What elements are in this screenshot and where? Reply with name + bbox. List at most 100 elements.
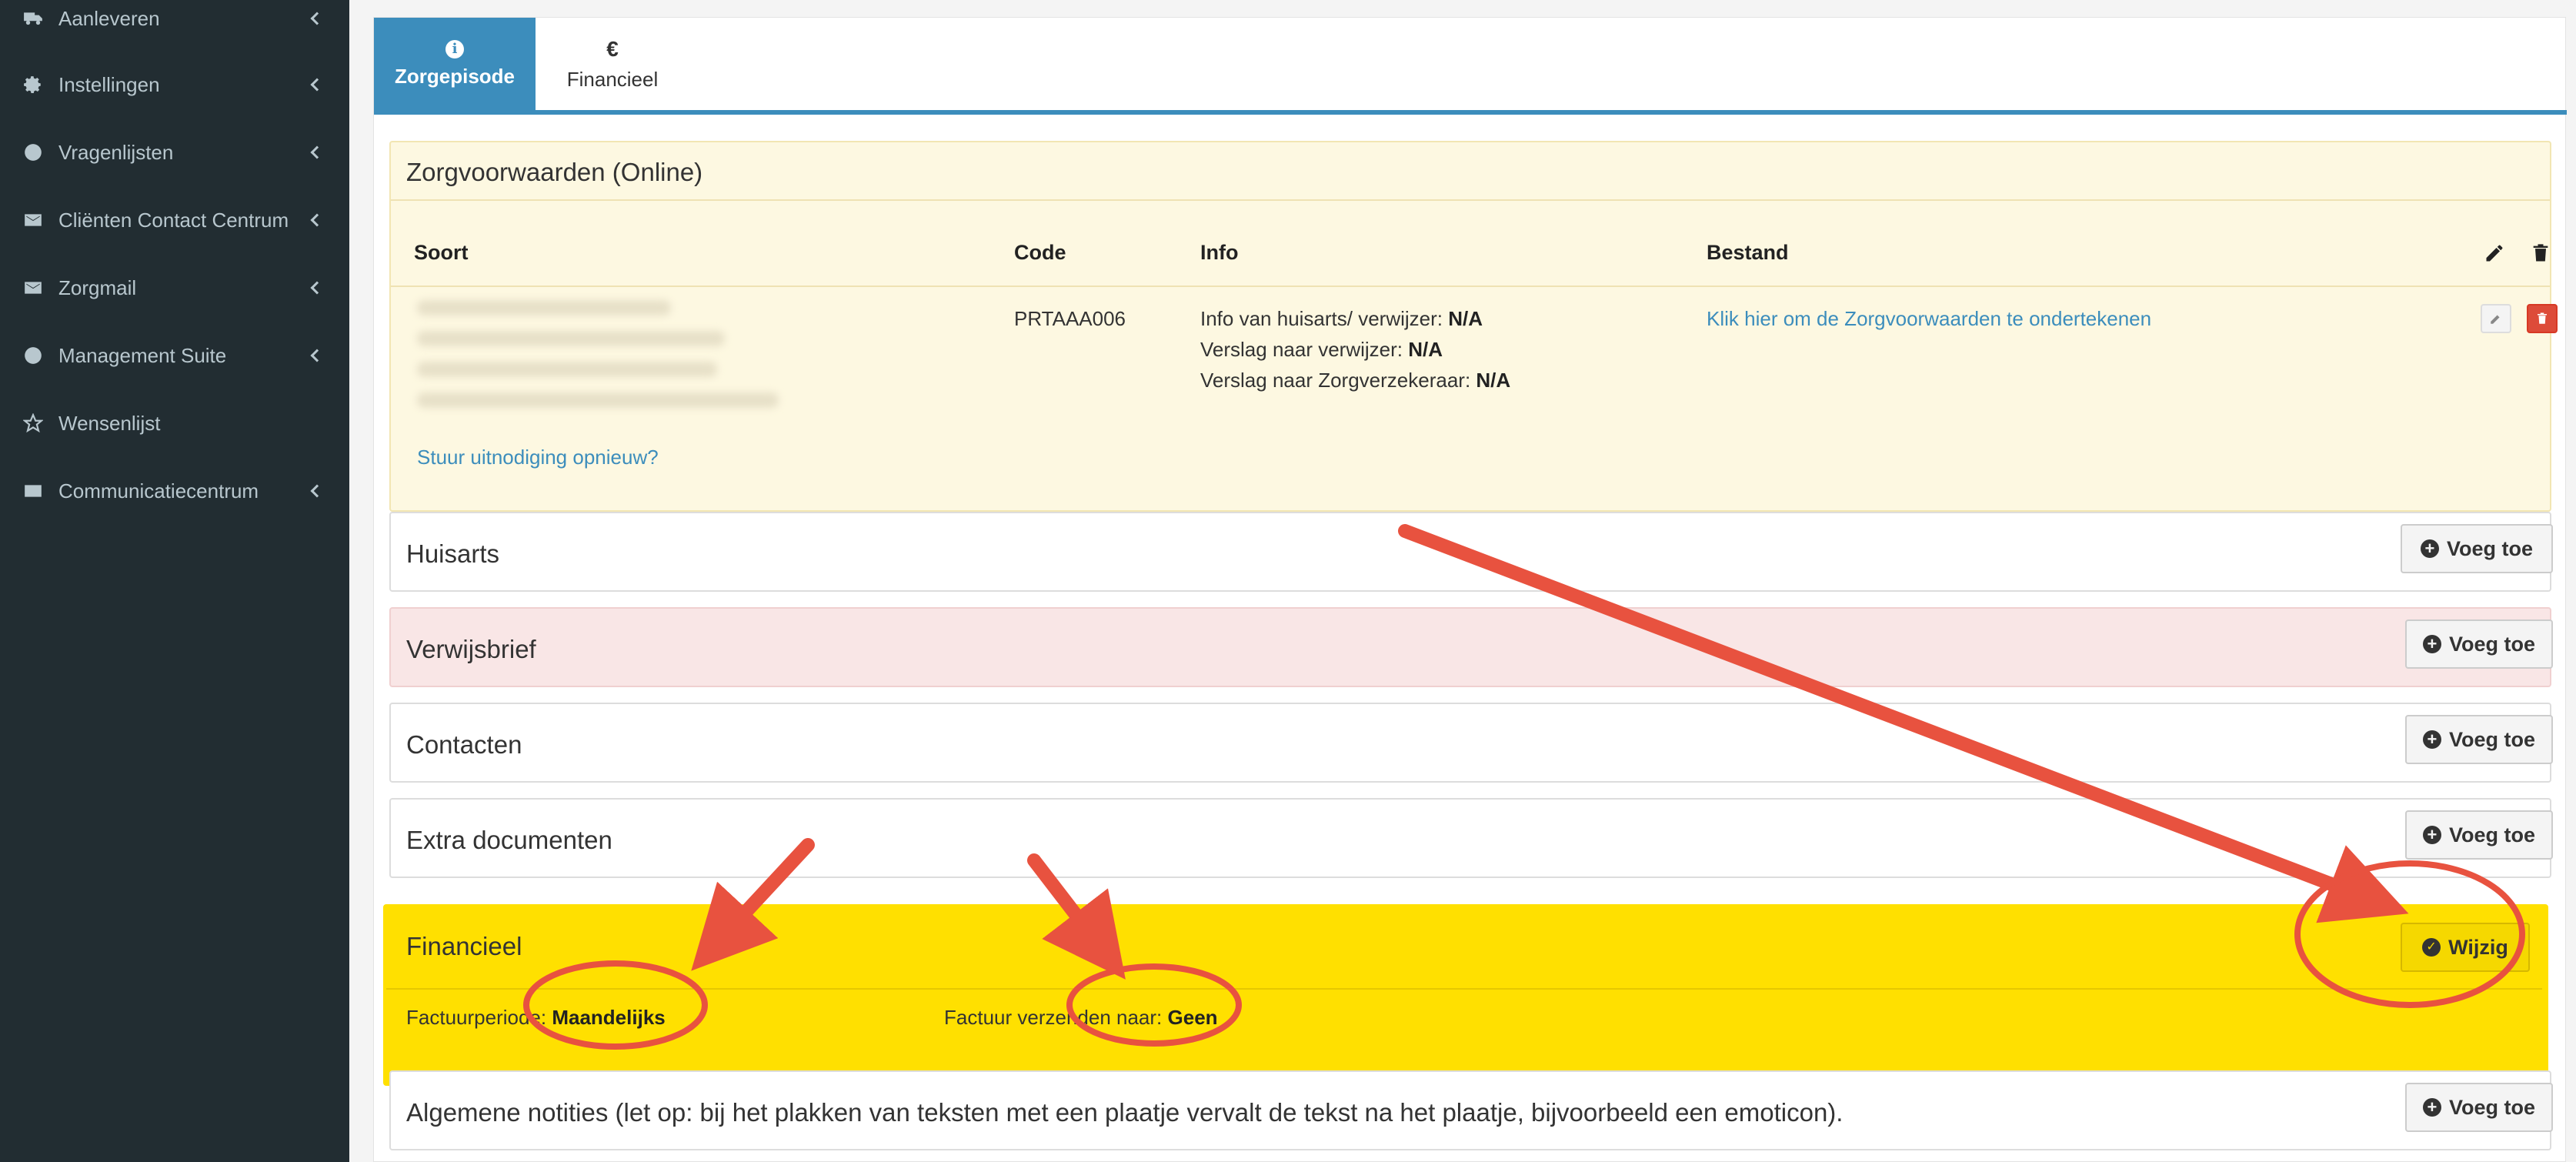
info-label: Info van huisarts/ verwijzer: [1200, 307, 1443, 330]
tab-label: Zorgepisode [394, 64, 515, 88]
info-value: N/A [1408, 338, 1443, 361]
chevron-left-icon [310, 213, 324, 227]
tab-label: Financieel [566, 67, 659, 91]
trash-icon[interactable] [2530, 242, 2551, 264]
divider [391, 199, 2550, 201]
info-line: Verslag naar verwijzer: N/A [1200, 338, 1443, 362]
info-icon: i [445, 39, 464, 58]
extra-documenten-panel: Extra documenten + Voeg toe [389, 798, 2553, 878]
tab-financieel[interactable]: € Financieel [551, 18, 674, 110]
chevron-left-icon [310, 349, 324, 362]
sidebar-item-label: Cliënten Contact Centrum [58, 208, 289, 232]
sidebar-item-label: Instellingen [58, 72, 160, 96]
wijzig-button[interactable]: ✓ Wijzig [2401, 923, 2530, 972]
info-label: Verslag naar Zorgverzekeraar: [1200, 369, 1471, 392]
star-icon [22, 413, 45, 433]
tab-zorgepisode[interactable]: i Zorgepisode [374, 18, 536, 110]
chevron-left-icon [310, 281, 324, 295]
zorgvoorwaarden-panel: Zorgvoorwaarden (Online) Soort Code Info… [389, 141, 2558, 512]
sidebar: Aanleveren Instellingen Vragenlijsten Cl… [0, 0, 349, 1162]
pencil-icon[interactable] [2484, 242, 2505, 264]
globe-icon [22, 142, 45, 162]
info-label: Verslag naar verwijzer: [1200, 338, 1403, 361]
field-label: Factuur verzenden naar: [944, 1006, 1163, 1029]
sidebar-item-vragenlijsten[interactable]: Vragenlijsten [0, 119, 349, 186]
factuur-verzenden-field: Factuur verzenden naar: Geen [944, 1006, 1218, 1030]
add-notitie-button[interactable]: + Voeg toe [2405, 1083, 2553, 1132]
field-label: Factuurperiode: [406, 1006, 547, 1029]
sidebar-item-aanleveren[interactable]: Aanleveren [0, 0, 349, 52]
column-header-code: Code [1014, 241, 1066, 264]
button-label: Voeg toe [2448, 632, 2535, 656]
column-header-info: Info [1200, 241, 1239, 264]
button-label: Voeg toe [2448, 1095, 2535, 1119]
code-value: PRTAAA006 [1014, 307, 1126, 330]
algemene-notities-panel: Algemene notities (let op: bij het plakk… [389, 1070, 2553, 1150]
sidebar-item-clienten-contact-centrum[interactable]: Cliënten Contact Centrum [0, 186, 349, 254]
envelope-icon [22, 481, 45, 501]
plus-circle-icon: + [2422, 826, 2441, 844]
financieel-panel: Financieel ✓ Wijzig Factuurperiode: Maan… [383, 904, 2548, 1086]
panel-title: Zorgvoorwaarden (Online) [406, 158, 703, 186]
pencil-icon [2491, 315, 2500, 324]
plus-circle-icon: + [2422, 635, 2441, 653]
plus-circle-icon: + [2422, 1098, 2441, 1117]
main-content: i Zorgepisode € Financieel Zorgvoorwaard… [349, 0, 2576, 1162]
sidebar-item-communicatiecentrum[interactable]: Communicatiecentrum [0, 457, 349, 525]
sidebar-item-label: Wensenlijst [58, 411, 161, 435]
chevron-left-icon [310, 78, 324, 92]
gear-icon [22, 75, 45, 95]
panel-title: Financieel [406, 932, 522, 960]
sidebar-item-instellingen[interactable]: Instellingen [0, 51, 349, 119]
edit-button[interactable] [2481, 304, 2511, 333]
envelope-icon [22, 210, 45, 230]
add-contact-button[interactable]: + Voeg toe [2405, 715, 2553, 764]
button-label: Wijzig [2448, 935, 2508, 959]
info-line: Info van huisarts/ verwijzer: N/A [1200, 307, 1483, 331]
chevron-left-icon [310, 12, 324, 25]
chevron-left-icon [310, 484, 324, 498]
trash-icon [2538, 312, 2547, 324]
panel-title: Algemene notities (let op: bij het plakk… [406, 1098, 1844, 1127]
huisarts-panel: Huisarts + Voeg toe [389, 512, 2553, 592]
field-value: Geen [1167, 1006, 1218, 1029]
redacted-text [417, 362, 717, 377]
sidebar-item-wensenlijst[interactable]: Wensenlijst [0, 389, 349, 457]
info-value: N/A [1448, 307, 1483, 330]
divider [391, 285, 2550, 287]
column-header-bestand: Bestand [1707, 241, 1789, 264]
sidebar-item-management-suite[interactable]: Management Suite [0, 322, 349, 389]
divider [386, 988, 2542, 990]
panel-title: Contacten [406, 730, 522, 759]
sidebar-item-zorgmail[interactable]: Zorgmail [0, 254, 349, 322]
sign-zorgvoorwaarden-link[interactable]: Klik hier om de Zorgvoorwaarden te onder… [1707, 307, 2151, 331]
chevron-left-icon [310, 145, 324, 159]
add-document-button[interactable]: + Voeg toe [2405, 810, 2553, 860]
redacted-text [417, 300, 671, 316]
factuurperiode-field: Factuurperiode: Maandelijks [406, 1006, 666, 1030]
button-label: Voeg toe [2448, 727, 2535, 751]
field-value: Maandelijks [552, 1006, 666, 1029]
button-label: Voeg toe [2448, 823, 2535, 846]
add-verwijsbrief-button[interactable]: + Voeg toe [2405, 619, 2553, 669]
add-huisarts-button[interactable]: + Voeg toe [2401, 524, 2553, 573]
info-value: N/A [1476, 369, 1511, 392]
sidebar-item-label: Management Suite [58, 343, 227, 367]
panel-title: Verwijsbrief [406, 635, 536, 663]
sidebar-item-label: Communicatiecentrum [58, 479, 259, 503]
redacted-text [417, 392, 779, 408]
column-header-soort: Soort [414, 241, 469, 264]
sidebar-item-label: Aanleveren [58, 6, 160, 30]
content-box: i Zorgepisode € Financieel Zorgvoorwaard… [373, 17, 2567, 1162]
tab-bar: i Zorgepisode € Financieel [374, 18, 2567, 115]
sidebar-item-label: Zorgmail [58, 275, 137, 299]
globe-icon [22, 346, 45, 366]
truck-icon [22, 8, 45, 28]
sidebar-item-label: Vragenlijsten [58, 140, 174, 164]
delete-button[interactable] [2527, 304, 2558, 333]
button-label: Voeg toe [2446, 536, 2533, 560]
verwijsbrief-panel: Verwijsbrief + Voeg toe [389, 607, 2553, 687]
resend-invitation-link[interactable]: Stuur uitnodiging opnieuw? [417, 446, 659, 469]
contacten-panel: Contacten + Voeg toe [389, 703, 2553, 783]
envelope-icon [22, 278, 45, 298]
